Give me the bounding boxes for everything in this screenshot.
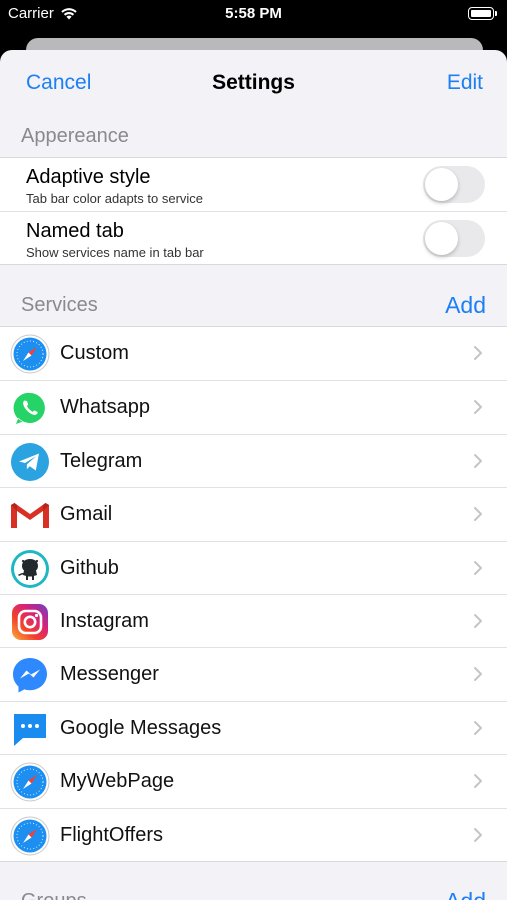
service-row-mywebpage[interactable]: MyWebPage — [0, 754, 507, 807]
navigation-bar: Cancel Settings Edit — [0, 50, 507, 118]
services-list: Custom Whatsapp Telegram Gmail Github In… — [0, 326, 507, 862]
toggle-knob — [425, 222, 458, 255]
service-name: Google Messages — [60, 716, 222, 739]
appearance-section-header: Appereance — [0, 118, 507, 157]
service-name: Custom — [60, 342, 129, 364]
chevron-right-icon — [474, 507, 482, 522]
service-name: Instagram — [60, 609, 149, 632]
service-name: Whatsapp — [60, 396, 151, 419]
page-title: Settings — [212, 71, 295, 94]
appearance-header-label: Appereance — [21, 125, 129, 147]
service-row-whatsapp[interactable]: Whatsapp — [0, 380, 507, 433]
groups-section-header: Groups Add — [0, 862, 507, 900]
chevron-right-icon — [474, 400, 482, 415]
add-service-button[interactable]: Add — [445, 292, 486, 319]
appearance-group: Adaptive style Tab bar color adapts to s… — [0, 157, 507, 265]
github-icon — [11, 549, 49, 588]
battery-icon — [468, 7, 497, 20]
messenger-icon — [13, 658, 47, 693]
services-section-header: Services Add — [0, 265, 507, 326]
adaptive-style-title: Adaptive style — [26, 166, 151, 188]
telegram-icon — [11, 442, 49, 481]
service-name: FlightOffers — [60, 823, 163, 846]
safari-icon — [10, 762, 50, 802]
service-row-google-messages[interactable]: Google Messages — [0, 700, 507, 754]
chevron-right-icon — [474, 827, 482, 842]
instagram-icon — [12, 603, 48, 640]
services-header-label: Services — [21, 294, 98, 316]
chevron-right-icon — [474, 720, 482, 735]
chevron-right-icon — [474, 667, 482, 682]
service-name: Telegram — [60, 449, 143, 472]
service-row-messenger[interactable]: Messenger — [0, 647, 507, 700]
service-row-gmail[interactable]: Gmail — [0, 487, 507, 540]
chevron-right-icon — [474, 346, 482, 360]
service-name: Github — [60, 556, 119, 579]
service-name: Messenger — [60, 663, 159, 686]
service-row-custom[interactable]: Custom — [0, 327, 507, 380]
service-name: MyWebPage — [60, 770, 175, 793]
chevron-right-icon — [474, 774, 482, 789]
clock: 5:58 PM — [225, 5, 282, 22]
status-bar: Carrier 5:58 PM — [0, 0, 507, 30]
chevron-right-icon — [474, 613, 482, 628]
named-tab-toggle[interactable] — [423, 220, 485, 257]
service-row-flightoffers[interactable]: FlightOffers — [0, 807, 507, 861]
adaptive-style-row: Adaptive style Tab bar color adapts to s… — [0, 158, 507, 211]
google-messages-icon — [14, 713, 46, 746]
edit-button[interactable]: Edit — [447, 71, 483, 95]
service-name: Gmail — [60, 503, 113, 526]
named-tab-subtitle: Show services name in tab bar — [26, 245, 204, 260]
safari-icon — [10, 816, 50, 856]
whatsapp-icon — [13, 393, 45, 425]
groups-header-label: Groups — [21, 890, 87, 900]
service-row-telegram[interactable]: Telegram — [0, 433, 507, 487]
named-tab-title: Named tab — [26, 220, 124, 242]
chevron-right-icon — [474, 560, 482, 575]
toggle-knob — [425, 168, 458, 201]
chevron-right-icon — [474, 453, 482, 468]
adaptive-style-toggle[interactable] — [423, 166, 485, 203]
add-group-button[interactable]: Add — [445, 888, 486, 900]
gmail-icon — [11, 503, 49, 529]
settings-sheet: Cancel Settings Edit Appereance Adaptive… — [0, 50, 507, 900]
named-tab-row: Named tab Show services name in tab bar — [0, 211, 507, 264]
service-row-github[interactable]: Github — [0, 540, 507, 594]
safari-icon — [10, 334, 50, 374]
service-row-instagram[interactable]: Instagram — [0, 593, 507, 647]
adaptive-style-subtitle: Tab bar color adapts to service — [26, 191, 204, 206]
